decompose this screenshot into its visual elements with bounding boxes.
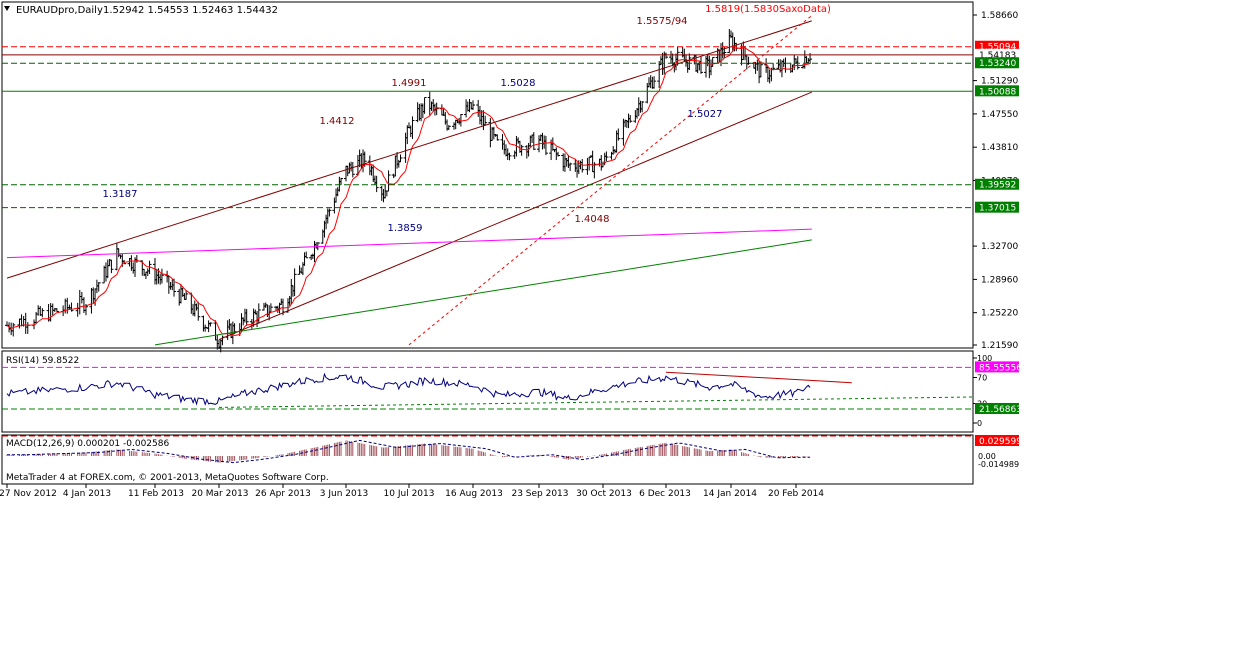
level-label: 1.37015	[979, 204, 1016, 214]
time-tick-label: 27 Nov 2012	[0, 489, 57, 499]
rsi-header: RSI(14) 59.8522	[6, 356, 79, 366]
macd-header: MACD(12,26,9) 0.000201 -0.002586	[6, 439, 169, 449]
price-annotation: 1.5819(1.5830SaxoData)	[705, 4, 831, 15]
level-label: 1.39592	[979, 181, 1016, 191]
time-tick-label: 3 Jun 2013	[320, 489, 368, 499]
time-tick-label: 20 Feb 2014	[768, 489, 824, 499]
price-annotation: 1.5028	[501, 78, 536, 89]
price-tick-label: 1.58660	[981, 11, 1018, 21]
rsi-level-label: 21.56863	[979, 405, 1022, 415]
price-annotation: 1.4991	[392, 78, 427, 89]
price-annotation: 1.5575/94	[636, 16, 687, 27]
rsi-tick-label: 0	[977, 419, 982, 428]
price-tick-label: 1.28960	[981, 275, 1018, 285]
time-tick-label: 11 Feb 2013	[128, 489, 184, 499]
price-tick-label: 1.51290	[981, 77, 1018, 87]
price-annotation: 1.3187	[103, 189, 138, 200]
price-tick-label: 1.43810	[981, 143, 1018, 153]
price-annotation: 1.4048	[575, 214, 610, 225]
time-tick-label: 20 Mar 2013	[191, 489, 248, 499]
price-tick-label: 1.25220	[981, 309, 1018, 319]
macd-level-label: 0.029599	[979, 437, 1022, 447]
price-annotation: 1.4412	[320, 116, 355, 127]
time-tick-label: 16 Aug 2013	[445, 489, 503, 499]
level-label: 1.50088	[979, 87, 1016, 97]
time-tick-label: 23 Sep 2013	[511, 489, 568, 499]
price-annotation: 1.5027	[688, 109, 723, 120]
price-tick-label: 1.47550	[981, 110, 1018, 120]
price-annotation: 1.3859	[388, 223, 423, 234]
time-tick-label: 30 Oct 2013	[576, 489, 632, 499]
ohlc-values: 1.52942 1.54553 1.52463 1.54432	[103, 5, 278, 16]
macd-tick-label: -0.014989	[978, 460, 1019, 469]
watermark-text: MetaTrader 4 at FOREX.com, © 2001-2013, …	[6, 473, 329, 483]
chart-window: 1.3187 1.4412 1.4991 1.5028 1.3859 1.4048 1.55…	[0, 0, 1247, 667]
price-tick-label: 1.21590	[981, 341, 1018, 351]
time-tick-label: 6 Dec 2013	[639, 489, 691, 499]
time-tick-label: 14 Jan 2014	[703, 489, 757, 499]
chart-canvas[interactable]: 1.3187 1.4412 1.4991 1.5028 1.3859 1.4048 1.55…	[0, 0, 1247, 667]
level-label: 1.53240	[979, 59, 1016, 69]
time-tick-label: 4 Jan 2013	[63, 489, 111, 499]
time-tick-label: 26 Apr 2013	[255, 489, 311, 499]
time-tick-label: 10 Jul 2013	[384, 489, 435, 499]
rsi-tick-label: 70	[977, 374, 987, 383]
rsi-level-label: 85.55556	[979, 363, 1022, 373]
symbol-title: EURAUDpro,Daily	[16, 5, 103, 16]
price-tick-label: 1.32700	[981, 242, 1018, 252]
